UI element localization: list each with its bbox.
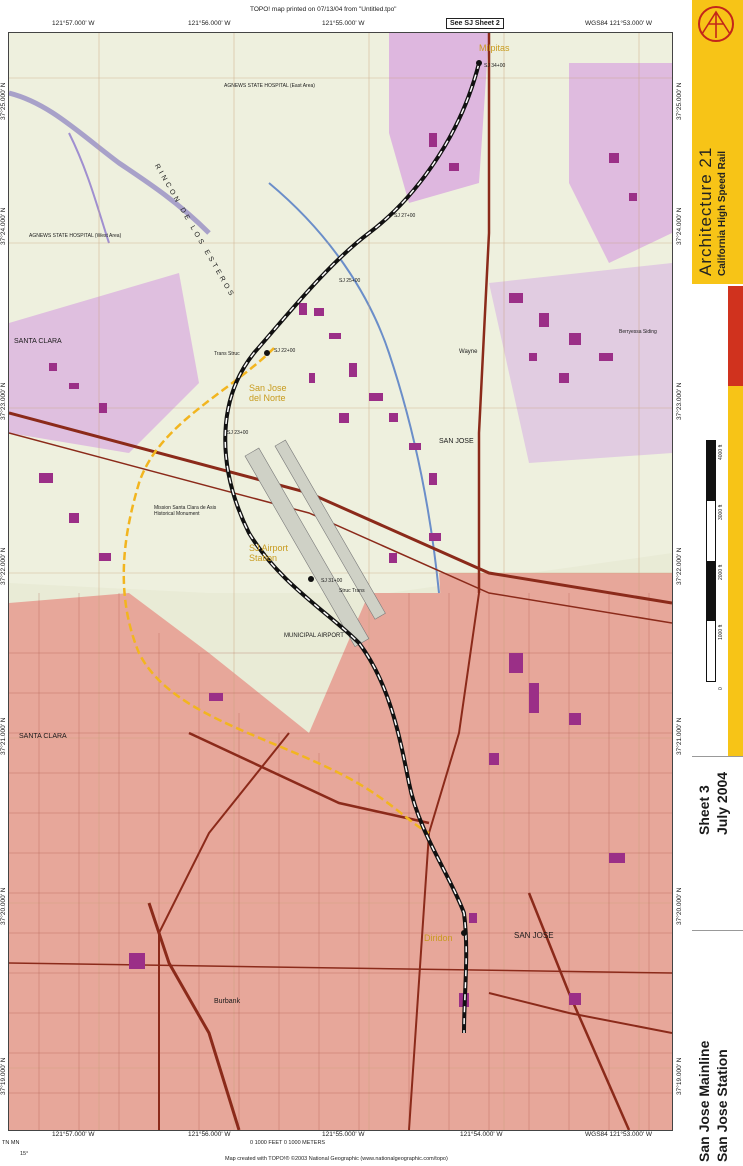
scale-bar-label: 0 1000 FEET 0 1000 METERS bbox=[250, 1140, 326, 1146]
coord-right-6: 37°19.000' N bbox=[676, 1057, 683, 1095]
scale-tick-4: 4000 ft bbox=[718, 444, 724, 460]
coord-left-2: 37°23.000' N bbox=[0, 382, 7, 420]
coord-bottom-2: 121°55.000' W bbox=[322, 1131, 365, 1138]
station-label-5: SJ 34+00 bbox=[484, 63, 506, 69]
coord-bottom-0: 121°57.000' W bbox=[52, 1131, 95, 1138]
label-berryessa: Berryessa Siding bbox=[619, 329, 657, 335]
label-mission: Mission Santa Clara de Asis Historical M… bbox=[154, 505, 217, 517]
brand-text: Architecture 21 California High Speed Ra… bbox=[696, 147, 728, 276]
coord-left-0: 37°25.000' N bbox=[0, 82, 7, 120]
coord-top-3: WGS84 121°53.000' W bbox=[585, 20, 653, 27]
coord-right-5: 37°20.000' N bbox=[676, 887, 683, 925]
label-burbank: Burbank bbox=[214, 998, 241, 1005]
label-diridon: Diridon bbox=[424, 933, 453, 943]
coord-top-0: 121°57.000' W bbox=[52, 20, 95, 27]
scale-tick-3: 3000 ft bbox=[718, 504, 724, 520]
declination-label: 15° bbox=[20, 1151, 29, 1157]
sheet-link[interactable]: See SJ Sheet 2 bbox=[446, 18, 504, 29]
label-municipal-airport: MUNICIPAL AIRPORT bbox=[284, 633, 344, 639]
scale-bar bbox=[706, 440, 716, 682]
coord-left-4: 37°21.000' N bbox=[0, 717, 7, 755]
map-canvas[interactable]: Milpitas San Jose del Norte SJ Airport S… bbox=[8, 32, 673, 1131]
label-santa-clara-mid: SANTA CLARA bbox=[19, 733, 67, 740]
scale-tick-0: 0 bbox=[718, 687, 724, 690]
north-arrow-label: TN MN bbox=[2, 1140, 20, 1146]
architecture21-logo-icon bbox=[698, 6, 734, 42]
coord-right-3: 37°22.000' N bbox=[676, 547, 683, 585]
scale-segment bbox=[707, 441, 715, 501]
topo-print-line: TOPO! map printed on 07/13/04 from "Unti… bbox=[250, 6, 397, 13]
sheet-date: July 2004 bbox=[714, 771, 730, 835]
label-sj-del-norte: San Jose del Norte bbox=[249, 383, 287, 403]
station-label-1: SJ 23+00 bbox=[227, 430, 249, 436]
label-agnews-east: AGNEWS STATE HOSPITAL (East Area) bbox=[224, 83, 315, 89]
label-wayne: Wayne bbox=[459, 349, 478, 355]
label-sj-airport: SJ Airport Station bbox=[249, 543, 289, 563]
coord-bottom-4: WGS84 121°53.000' W bbox=[585, 1131, 653, 1138]
coord-left-3: 37°22.000' N bbox=[0, 547, 7, 585]
station-label-0: SJ 22+00 bbox=[274, 348, 296, 354]
accent-stripe-red bbox=[728, 286, 743, 386]
coord-right-2: 37°23.000' N bbox=[676, 382, 683, 420]
station-label-4: SJ 31+00 bbox=[321, 578, 343, 584]
label-santa-clara-top: SANTA CLARA bbox=[14, 338, 62, 345]
label-milpitas: Milpitas bbox=[479, 43, 510, 53]
coord-left-5: 37°20.000' N bbox=[0, 887, 7, 925]
brand-panel: Architecture 21 California High Speed Ra… bbox=[692, 0, 743, 284]
coord-bottom-1: 121°56.000' W bbox=[188, 1131, 231, 1138]
label-san-jose-mid: SAN JOSE bbox=[439, 438, 474, 445]
coord-top-2: 121°55.000' W bbox=[322, 20, 365, 27]
sheet-number: Sheet 3 bbox=[696, 785, 712, 835]
title-line-1: San Jose Mainline bbox=[696, 1040, 712, 1162]
title-line-2: San Jose Station bbox=[714, 1049, 730, 1162]
coord-right-4: 37°21.000' N bbox=[676, 717, 683, 755]
brand-subtitle: California High Speed Rail bbox=[717, 150, 728, 276]
coord-left-6: 37°19.000' N bbox=[0, 1057, 7, 1095]
coord-left-1: 37°24.000' N bbox=[0, 207, 7, 245]
scale-tick-2: 2000 ft bbox=[718, 564, 724, 580]
brand-title: Architecture 21 bbox=[696, 146, 715, 276]
station-label-6: Trans Struc bbox=[214, 351, 240, 357]
coord-bottom-3: 121°54.000' W bbox=[460, 1131, 503, 1138]
scale-segment bbox=[707, 561, 715, 621]
map-credit: Map created with TOPO!® ©2003 National G… bbox=[225, 1156, 448, 1162]
divider bbox=[692, 930, 743, 931]
accent-stripe-yellow bbox=[728, 386, 743, 756]
divider bbox=[692, 756, 743, 757]
station-label-2: SJ 25+00 bbox=[339, 278, 361, 284]
coord-right-0: 37°25.000' N bbox=[676, 82, 683, 120]
label-agnews-west: AGNEWS STATE HOSPITAL (West Area) bbox=[29, 233, 122, 239]
station-label-3: SJ 27+00 bbox=[394, 213, 416, 219]
coord-top-1: 121°56.000' W bbox=[188, 20, 231, 27]
station-label-7: Struc Trans bbox=[339, 588, 365, 594]
title-sidebar: Architecture 21 California High Speed Ra… bbox=[692, 0, 743, 1166]
coord-right-1: 37°24.000' N bbox=[676, 207, 683, 245]
label-san-jose-low: SAN JOSE bbox=[514, 931, 554, 940]
scale-tick-1: 1000 ft bbox=[718, 624, 724, 640]
